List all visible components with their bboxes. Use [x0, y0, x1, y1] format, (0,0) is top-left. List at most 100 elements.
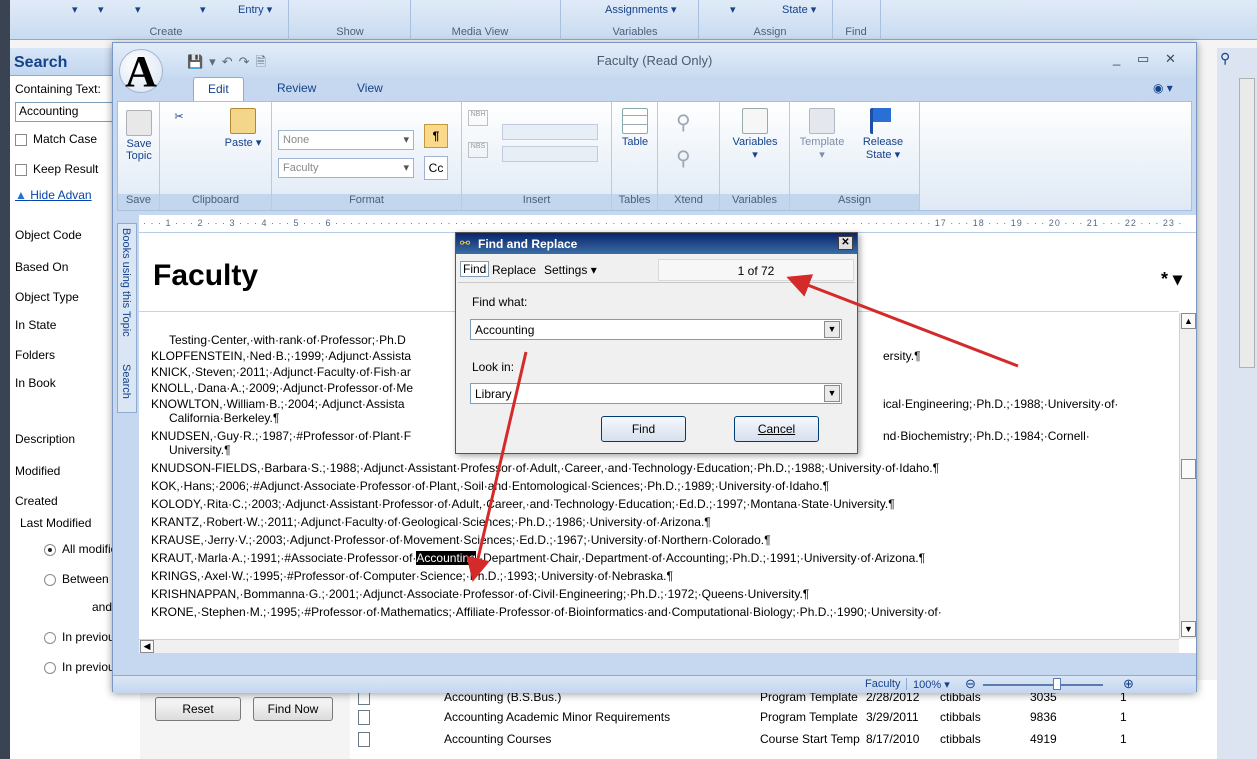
edit-ribbon: Save Topic Save ✂ Paste ▾ Clipboard None…	[117, 101, 1192, 211]
containing-text-label: Containing Text:	[15, 82, 101, 96]
zoom-slider-thumb[interactable]	[1053, 678, 1061, 690]
window-title: Faculty (Read Only)	[596, 53, 713, 68]
entry-menu[interactable]: Entry ▾	[238, 3, 272, 16]
star-dropdown[interactable]: * ▾	[1161, 269, 1182, 290]
variables-button[interactable]: Variables ▾	[726, 108, 784, 161]
template-button[interactable]: Template ▾	[794, 108, 850, 161]
cut-icon[interactable]: ✂	[164, 110, 194, 123]
find-what-input[interactable]: Accounting ▼	[470, 319, 842, 340]
hide-advanced-link[interactable]: ▲ Hide Advan	[15, 188, 92, 202]
radio-in-previous-2[interactable]: In previou	[44, 660, 115, 674]
search-icon[interactable]: ⚲	[1220, 50, 1238, 68]
ribbon-dropdown[interactable]: ▾	[135, 3, 141, 16]
status-topic: Faculty	[865, 678, 908, 690]
document-line: KRANTZ,·Robert·W.;·2011;·Adjunct·Faculty…	[151, 515, 711, 529]
quick-access-toolbar[interactable]: 💾▾↶↷🗎	[187, 53, 272, 75]
find-now-button[interactable]: Find Now	[253, 697, 333, 721]
document-line: KNUDSEN,·Guy·R.;·1987;·#Professor·of·Pla…	[151, 429, 412, 443]
tab-edit[interactable]: Edit	[193, 77, 244, 101]
save-topic-button[interactable]: Save Topic	[120, 110, 158, 162]
tab-search[interactable]: Search	[120, 364, 132, 399]
tab-find[interactable]: Find	[460, 261, 490, 277]
look-in-select[interactable]: Library ▼	[470, 383, 842, 404]
tab-settings[interactable]: Settings ▾	[544, 263, 597, 277]
zoom-out-icon[interactable]: ⊖	[965, 676, 976, 692]
ribbon-dropdown[interactable]: ▾	[72, 3, 78, 16]
maximize-icon[interactable]: ▭	[1137, 51, 1149, 67]
tab-books-using-topic[interactable]: Books using this Topic	[120, 228, 132, 337]
dialog-toolbar: Find Replace Settings ▾ 1 of 72	[458, 257, 855, 283]
ribbon-dropdown[interactable]: ▾	[200, 3, 206, 16]
match-case-checkbox[interactable]: Match Case	[15, 132, 97, 146]
close-icon[interactable]: ✕	[838, 236, 853, 250]
dropdown-arrow-icon[interactable]: ▼	[824, 385, 840, 402]
clipboard-icon	[230, 108, 256, 134]
vertical-scrollbar[interactable]	[1239, 78, 1255, 368]
folders-label: Folders	[15, 348, 56, 362]
document-line: KRINGS,·Axel·W.;·1995;·#Professor·of·Com…	[151, 569, 673, 583]
find-what-label: Find what:	[472, 295, 528, 309]
character-style-icon[interactable]: Cc	[424, 156, 448, 180]
result-row[interactable]: Accounting Courses Course Start Temp 8/1…	[350, 728, 1230, 750]
created-label: Created	[15, 494, 58, 508]
paragraph-combo[interactable]: Faculty	[278, 158, 414, 178]
document-vertical-scrollbar[interactable]: ▲ ▼	[1179, 313, 1196, 639]
keep-results-checkbox[interactable]: Keep Result	[15, 162, 98, 176]
scroll-thumb[interactable]	[1181, 459, 1196, 479]
zoom-level[interactable]: 100% ▾	[913, 678, 950, 691]
document-line-tail: nd·Biochemistry;·Ph.D.;·1984;·Cornell·	[883, 429, 1090, 443]
release-state-button[interactable]: Release State ▾	[852, 108, 914, 161]
ribbon-dropdown[interactable]: ▾	[730, 3, 736, 16]
nbh-icon[interactable]: NBH	[468, 110, 488, 126]
document-line: KOK,·Hans;·2006;·#Adjunct·Associate·Prof…	[151, 479, 830, 493]
zoom-in-icon[interactable]: ⊕	[1123, 676, 1134, 692]
scroll-up-icon[interactable]: ▲	[1181, 313, 1196, 329]
flag-icon	[870, 108, 896, 134]
zoom-icon[interactable]: ⚲	[676, 146, 691, 171]
modified-label: Modified	[15, 464, 61, 478]
radio-all-modified[interactable]: All modifie	[44, 542, 117, 556]
result-row[interactable]: Accounting Academic Minor Requirements P…	[350, 706, 1230, 728]
insert-tools[interactable]	[502, 146, 598, 162]
template-icon	[809, 108, 835, 134]
document-horizontal-scrollbar[interactable]: ◀	[139, 639, 1179, 653]
zoom-slider[interactable]	[983, 684, 1103, 686]
save-icon	[126, 110, 152, 136]
insert-tools[interactable]	[502, 124, 598, 140]
state-menu[interactable]: State ▾	[782, 3, 816, 16]
document-line: California·Berkeley.¶	[169, 411, 280, 425]
cancel-button[interactable]: Cancel	[734, 416, 819, 442]
dialog-titlebar[interactable]: Find and Replace	[456, 233, 857, 254]
minimize-icon[interactable]: _	[1113, 51, 1120, 66]
find-button[interactable]: Find	[601, 416, 686, 442]
side-tab-strip: Books using this Topic Search	[117, 223, 137, 413]
style-combo[interactable]: None	[278, 130, 414, 150]
tab-review[interactable]: Review	[277, 81, 316, 95]
tab-replace[interactable]: Replace	[492, 263, 536, 277]
and-label: and	[92, 600, 113, 614]
scroll-left-icon[interactable]: ◀	[140, 640, 154, 653]
tab-view[interactable]: View	[357, 81, 383, 95]
document-line: KRISHNAPPAN,·Bommanna·G.;·2001;·Adjunct·…	[151, 587, 810, 601]
help-icon[interactable]: ◉ ▾	[1153, 81, 1173, 95]
radio-in-previous-1[interactable]: In previou	[44, 630, 115, 644]
ruler: · · · 1 · · · 2 · · · 3 · · · 4 · · · 5 …	[139, 215, 1196, 233]
dropdown-arrow-icon[interactable]: ▼	[824, 321, 840, 338]
close-icon[interactable]: ✕	[1165, 51, 1176, 67]
document-line: KRAUT,·Marla·A.;·1991;·#Associate·Profes…	[151, 551, 926, 565]
assignments-menu[interactable]: Assignments ▾	[605, 3, 677, 16]
document-line: KNOLL,·Dana·A.;·2009;·Adjunct·Professor·…	[151, 381, 414, 395]
group-label: Tables	[612, 194, 657, 210]
last-modified-label: Last Modified	[20, 516, 92, 530]
reset-button[interactable]: Reset	[155, 697, 241, 721]
group-label: Variables	[720, 194, 789, 210]
radio-between[interactable]: Between	[44, 572, 109, 586]
nbs-icon[interactable]: NBS	[468, 142, 488, 158]
window-titlebar[interactable]: Faculty (Read Only) _ ▭ ✕	[113, 43, 1196, 77]
scroll-down-icon[interactable]: ▼	[1181, 621, 1196, 637]
table-button[interactable]: Table	[616, 108, 654, 148]
zoom-icon[interactable]: ⚲	[676, 110, 691, 135]
pilcrow-icon[interactable]: ¶	[424, 124, 448, 148]
ribbon-dropdown[interactable]: ▾	[98, 3, 104, 16]
paste-button[interactable]: Paste ▾	[218, 108, 268, 149]
